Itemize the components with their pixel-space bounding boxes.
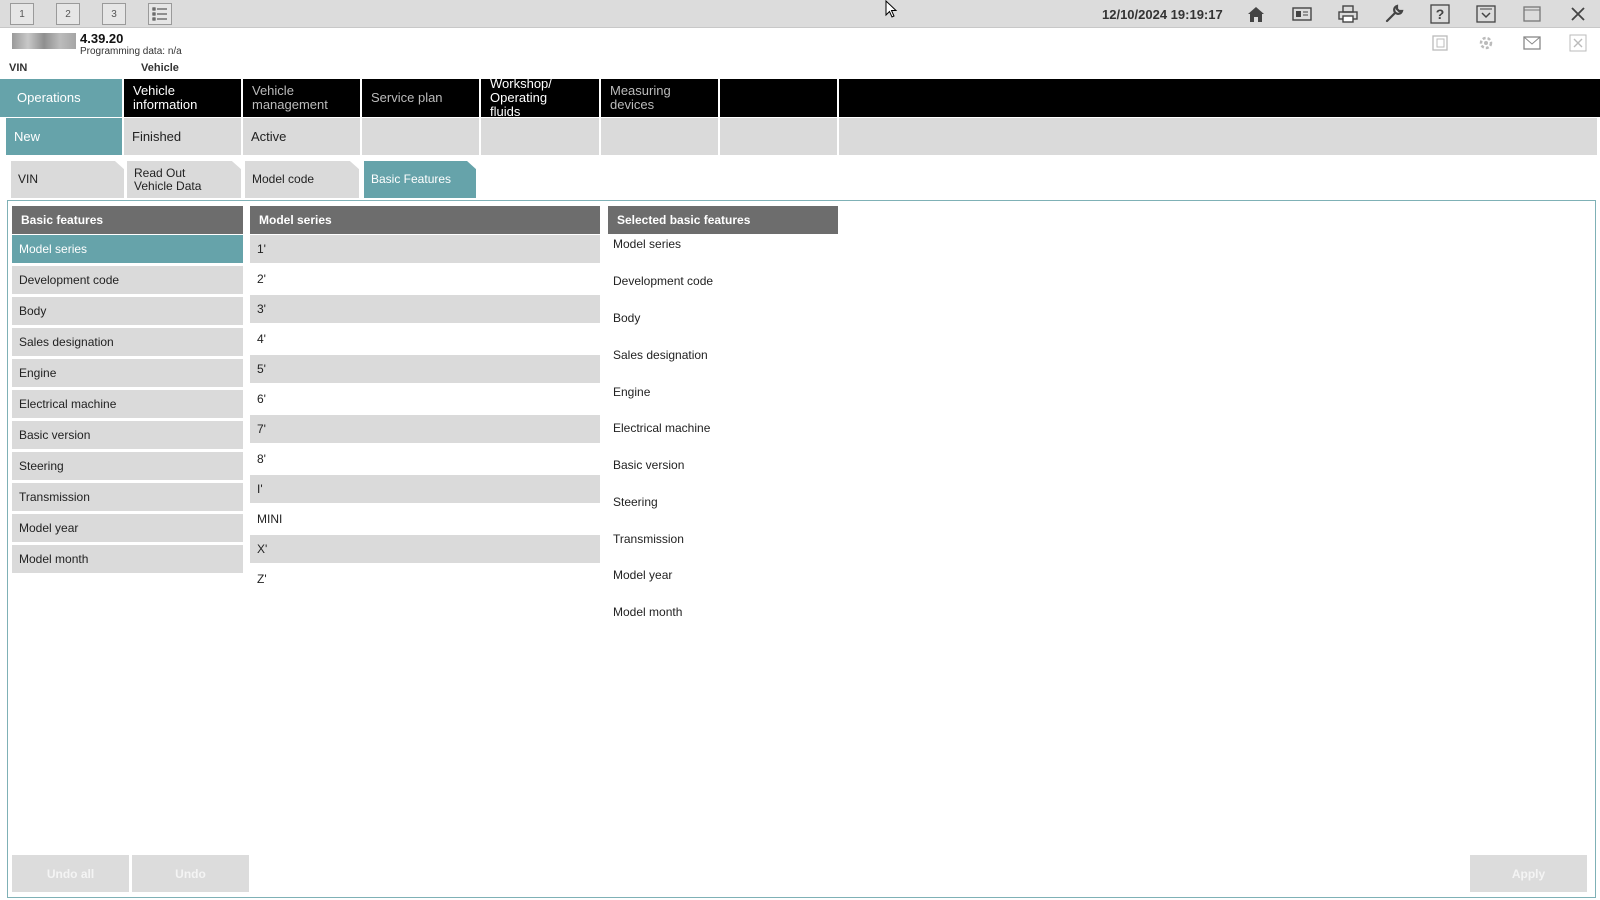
minimize-icon xyxy=(1476,5,1496,23)
basic-feature-model-series[interactable]: Model series xyxy=(12,235,243,263)
basic-feature-electrical-machine[interactable]: Electrical machine xyxy=(12,390,243,418)
home-icon xyxy=(1248,7,1264,22)
settings-button[interactable] xyxy=(1475,33,1497,53)
logo-placeholder xyxy=(12,33,76,49)
close-icon xyxy=(1569,34,1587,52)
close-icon xyxy=(1571,7,1585,21)
document-button[interactable] xyxy=(1429,33,1451,53)
help-button[interactable]: ? xyxy=(1427,2,1453,26)
subnav-finished[interactable]: Finished xyxy=(124,118,243,155)
basic-feature-sales-designation[interactable]: Sales designation xyxy=(12,328,243,356)
list-icon xyxy=(152,7,167,21)
subnav-empty-4 xyxy=(720,118,839,155)
model-series-option[interactable]: 1' xyxy=(250,235,600,263)
model-series-option[interactable]: X' xyxy=(250,535,600,563)
message-button[interactable] xyxy=(1521,33,1543,53)
step-vin[interactable]: VIN xyxy=(11,161,124,198)
model-series-header: Model series xyxy=(250,206,600,234)
subnav-empty-3 xyxy=(601,118,720,155)
basic-feature-model-month[interactable]: Model month xyxy=(12,545,243,573)
window-icon xyxy=(1523,6,1541,22)
print-button[interactable] xyxy=(1335,2,1361,26)
selected-feature-item: Transmission xyxy=(613,532,684,546)
svg-text:?: ? xyxy=(1436,6,1445,22)
selected-features-header: Selected basic features xyxy=(608,206,838,234)
basic-feature-steering[interactable]: Steering xyxy=(12,452,243,480)
selected-feature-item: Basic version xyxy=(613,458,685,472)
undo-all-button[interactable]: Undo all xyxy=(12,855,129,892)
mouse-cursor-icon xyxy=(885,0,898,18)
subnav-filler xyxy=(839,118,1597,155)
selected-feature-item: Steering xyxy=(613,495,658,509)
subnav-active[interactable]: Active xyxy=(243,118,362,155)
model-series-option[interactable]: 7' xyxy=(250,415,600,443)
selected-feature-item: Development code xyxy=(613,274,714,288)
nav-service-plan[interactable]: Service plan xyxy=(362,79,481,117)
basic-feature-development-code[interactable]: Development code xyxy=(12,266,243,294)
nav-workshop-operating-fluids[interactable]: Workshop/ Operating fluids xyxy=(481,77,601,119)
apply-button[interactable]: Apply xyxy=(1470,855,1587,892)
selected-feature-item: Electrical machine xyxy=(613,421,711,435)
model-series-option[interactable]: 2' xyxy=(250,265,600,293)
nav-empty-slot xyxy=(720,79,839,117)
model-series-option[interactable]: I' xyxy=(250,475,600,503)
basic-feature-engine[interactable]: Engine xyxy=(12,359,243,387)
minimize-button[interactable] xyxy=(1473,2,1499,26)
model-series-option[interactable]: 5' xyxy=(250,355,600,383)
subnav-empty-2 xyxy=(481,118,601,155)
basic-features-header: Basic features xyxy=(12,206,243,234)
vin-label: VIN xyxy=(9,62,28,74)
software-version: 4.39.20 xyxy=(80,31,124,46)
card-reader-button[interactable] xyxy=(1289,2,1315,26)
wrench-icon xyxy=(1385,4,1404,23)
document-icon xyxy=(1432,35,1448,51)
list-view-button[interactable] xyxy=(148,3,172,25)
step-basic-features[interactable]: Basic Features xyxy=(364,161,476,198)
selected-feature-item: Engine xyxy=(613,385,651,399)
printer-icon xyxy=(1338,5,1358,23)
close-session-button[interactable] xyxy=(1567,33,1589,53)
undo-button[interactable]: Undo xyxy=(132,855,249,892)
nav-vehicle-information[interactable]: Vehicle information xyxy=(124,79,243,117)
basic-feature-transmission[interactable]: Transmission xyxy=(12,483,243,511)
workspace-1-button[interactable]: 1 xyxy=(10,3,34,25)
model-series-option[interactable]: 4' xyxy=(250,325,600,353)
card-icon xyxy=(1292,7,1312,21)
gear-icon xyxy=(1479,36,1493,50)
mail-icon xyxy=(1523,36,1541,50)
model-series-option[interactable]: MINI xyxy=(250,505,600,533)
content-frame xyxy=(7,200,1596,898)
subnav-new[interactable]: New xyxy=(6,118,124,155)
basic-feature-model-year[interactable]: Model year xyxy=(12,514,243,542)
nav-operations[interactable]: Operations xyxy=(0,79,124,117)
step-read-out-vehicle-data[interactable]: Read Out Vehicle Data xyxy=(127,161,241,198)
selected-feature-item: Model year xyxy=(613,568,673,582)
vehicle-label: Vehicle xyxy=(141,62,179,74)
home-button[interactable] xyxy=(1243,2,1269,26)
model-series-option[interactable]: 3' xyxy=(250,295,600,323)
nav-vehicle-management[interactable]: Vehicle management xyxy=(243,79,362,117)
close-app-button[interactable] xyxy=(1565,2,1591,26)
basic-feature-body[interactable]: Body xyxy=(12,297,243,325)
window-button[interactable] xyxy=(1519,2,1545,26)
model-series-option[interactable]: 6' xyxy=(250,385,600,413)
workspace-3-button[interactable]: 3 xyxy=(102,3,126,25)
step-model-code[interactable]: Model code xyxy=(245,161,359,198)
help-icon: ? xyxy=(1430,4,1450,24)
selected-feature-item: Body xyxy=(613,311,641,325)
tools-button[interactable] xyxy=(1381,2,1407,26)
model-series-option[interactable]: Z' xyxy=(250,565,600,593)
selected-feature-item: Sales designation xyxy=(613,348,708,362)
datetime-display: 12/10/2024 19:19:17 xyxy=(1102,7,1223,22)
selected-feature-item: Model series xyxy=(613,237,682,251)
nav-measuring-devices[interactable]: Measuring devices xyxy=(601,79,720,117)
selected-feature-item: Model month xyxy=(613,605,683,619)
subnav-empty-1 xyxy=(362,118,481,155)
programming-data: Programming data: n/a xyxy=(80,46,182,57)
model-series-option[interactable]: 8' xyxy=(250,445,600,473)
workspace-2-button[interactable]: 2 xyxy=(56,3,80,25)
basic-feature-basic-version[interactable]: Basic version xyxy=(12,421,243,449)
